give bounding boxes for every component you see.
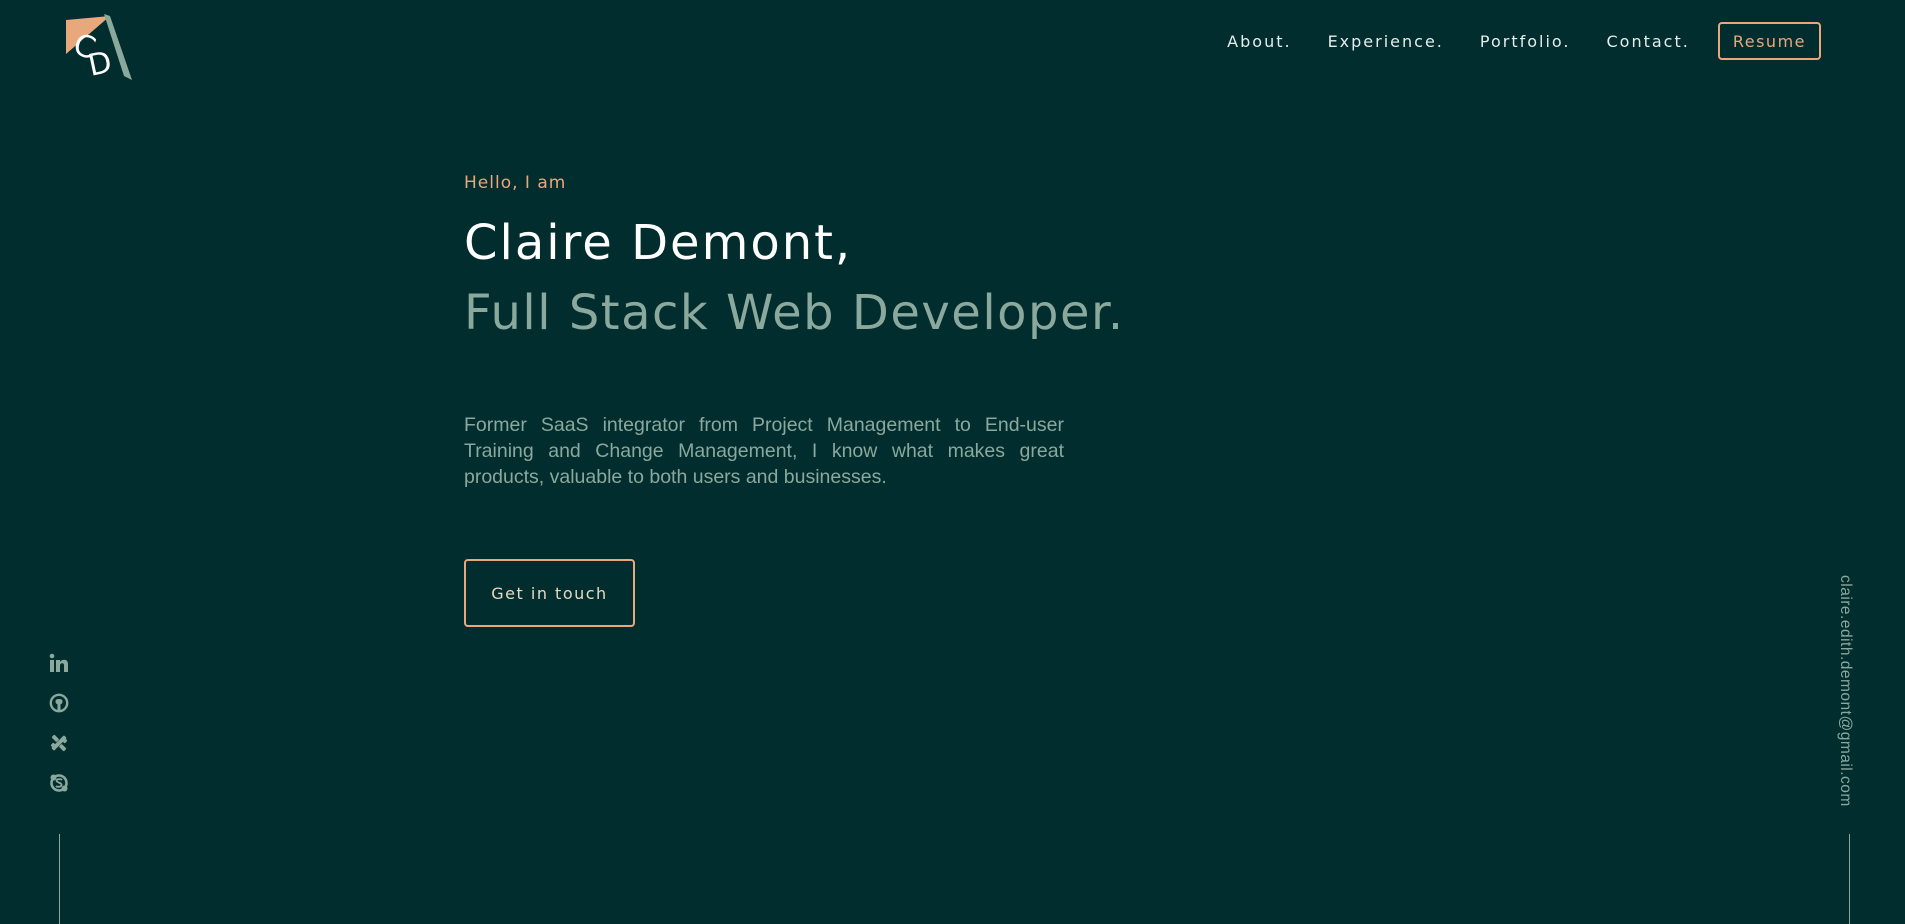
- logo-mark-icon: C D: [66, 14, 132, 84]
- kaggle-link[interactable]: [48, 732, 70, 754]
- logo-letter-d: D: [85, 45, 115, 82]
- nav-link-portfolio[interactable]: Portfolio.: [1480, 32, 1571, 51]
- resume-button[interactable]: Resume: [1717, 22, 1821, 60]
- email-divider-line: [1849, 834, 1850, 924]
- linkedin-icon: [49, 653, 68, 672]
- hero-role: Full Stack Web Developer.: [464, 285, 1125, 341]
- hero-greeting: Hello, I am: [464, 173, 567, 193]
- linkedin-link[interactable]: [48, 652, 70, 674]
- kaggle-icon: [50, 734, 68, 752]
- nav-link-about[interactable]: About.: [1227, 32, 1291, 51]
- social-links: [47, 652, 71, 812]
- nav-link-contact[interactable]: Contact.: [1607, 32, 1690, 51]
- hero-intro: Former SaaS integrator from Project Mana…: [464, 414, 1064, 488]
- page: C D About. Experience. Portfolio. Contac…: [0, 0, 1905, 924]
- nav-link-experience[interactable]: Experience.: [1328, 32, 1444, 51]
- main-nav: About. Experience. Portfolio. Contact. R…: [1191, 21, 1821, 61]
- github-icon: [49, 693, 69, 713]
- skype-icon: [50, 774, 68, 792]
- social-divider-line: [59, 834, 60, 924]
- hero-section: Hello, I am Claire Demont, Full Stack We…: [464, 170, 1125, 627]
- email-link[interactable]: claire.edith.demont@gmail.com: [1836, 575, 1854, 807]
- github-link[interactable]: [48, 692, 70, 714]
- get-in-touch-button[interactable]: Get in touch: [464, 559, 635, 627]
- hero-name: Claire Demont,: [464, 215, 853, 271]
- skype-link[interactable]: [48, 772, 70, 794]
- logo[interactable]: C D: [64, 12, 134, 84]
